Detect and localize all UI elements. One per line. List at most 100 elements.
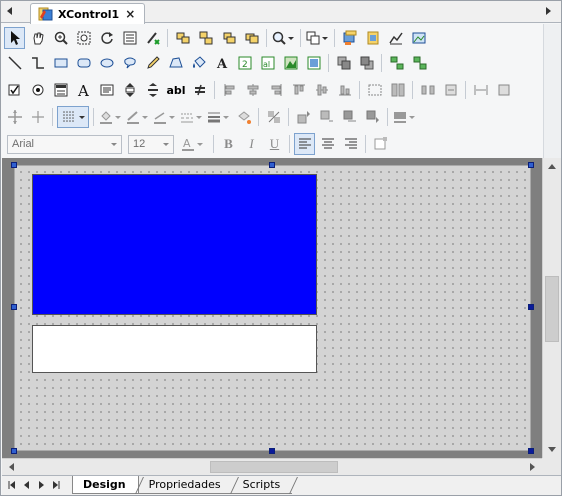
vertical-scrollbar[interactable] [542,158,561,458]
display-tool-button[interactable]: al [257,52,278,74]
order-1-button[interactable] [293,106,314,128]
resize-handle-bottom-right[interactable] [528,448,534,454]
align-middle-button[interactable] [311,79,332,101]
text-box-frame-button[interactable] [370,133,391,155]
resize-handle-top[interactable] [269,162,275,168]
align-top-button[interactable] [288,79,309,101]
properties-button[interactable] [339,27,360,49]
grid-dropdown-button[interactable] [57,106,89,128]
text-tool-button[interactable]: A [211,52,232,74]
search-dropdown-arrow-icon[interactable] [288,36,294,40]
bold-button[interactable]: B [218,133,239,155]
tab-design[interactable]: Design [72,476,144,494]
horizontal-scroll-thumb[interactable] [210,461,338,473]
copy-format-button[interactable] [305,27,321,49]
order-2-button[interactable] [316,106,337,128]
resize-handle-right[interactable] [528,304,534,310]
align-group-4-button[interactable] [241,27,262,49]
border-dropdown-icon[interactable] [409,115,415,119]
scroll-up-icon[interactable] [548,164,556,169]
tab-scroll-left-icon[interactable] [5,6,15,16]
database-button[interactable] [362,27,383,49]
move-step-button[interactable] [27,106,48,128]
abl-tool-button[interactable]: abl [165,79,187,101]
font-color-line-button[interactable] [152,106,168,128]
edit-script-button[interactable] [142,27,163,49]
blue-rectangle-control[interactable] [32,174,317,315]
align-group-2-button[interactable] [195,27,216,49]
spacing-h-button[interactable] [470,79,491,101]
picture-tool-button[interactable] [303,52,324,74]
polygon-tool-button[interactable] [165,52,186,74]
line-tool-button[interactable] [4,52,25,74]
listbox-tool-button[interactable] [50,79,71,101]
align-group-3-button[interactable] [218,27,239,49]
move-button[interactable] [4,106,25,128]
order-3-button[interactable] [339,106,360,128]
vertical-scroll-thumb[interactable] [545,276,559,342]
pencil-tool-button[interactable] [142,52,163,74]
spacing-v-button[interactable] [493,79,514,101]
ellipse-tool-button[interactable] [96,52,117,74]
bucket-tool-button[interactable] [188,52,209,74]
checkbox-tool-button[interactable] [4,79,25,101]
ungroup-button[interactable] [409,52,430,74]
font-size-combo[interactable]: 12 [128,134,174,154]
align-bottom-button[interactable] [334,79,355,101]
resize-handle-bottom[interactable] [269,448,275,454]
resize-handle-top-right[interactable] [528,162,534,168]
rectangle-tool-button[interactable] [50,52,71,74]
size-button[interactable] [364,79,385,101]
scroll-down-icon[interactable] [548,447,556,452]
scroll-right-icon[interactable] [530,463,535,471]
text-align-center-button[interactable] [317,133,338,155]
equal-tool-button[interactable] [189,79,210,101]
white-rectangle-control[interactable] [32,325,317,373]
tab-xcontrol1[interactable]: XControl1 × [30,3,145,24]
send-back-button[interactable] [356,52,377,74]
fill-color-dropdown-icon[interactable] [115,115,121,119]
border-button[interactable] [392,106,408,128]
refresh-button[interactable] [96,27,117,49]
bitmap-tool-button[interactable] [280,52,301,74]
bubble-tool-button[interactable] [119,52,140,74]
italic-button[interactable]: I [241,133,262,155]
distribute-v-button[interactable] [440,79,461,101]
connector-tool-button[interactable] [27,52,48,74]
search-button[interactable] [271,27,287,49]
horizontal-scrollbar[interactable] [2,458,542,475]
label-a-tool-button[interactable]: A [73,79,94,101]
text-align-right-button[interactable] [340,133,361,155]
shadow-button[interactable] [233,106,254,128]
transparency-button[interactable] [263,106,284,128]
group-button[interactable] [386,52,407,74]
underline-button[interactable]: U [264,133,285,155]
resize-handle-bottom-left[interactable] [11,448,17,454]
space-button[interactable] [387,79,408,101]
line-width-button[interactable] [206,106,222,128]
line-width-dropdown-icon[interactable] [223,115,229,119]
xcontrol-design-surface[interactable] [14,165,531,451]
image-edit-button[interactable] [408,27,429,49]
radio-tool-button[interactable] [27,79,48,101]
tab-scripts[interactable]: Scripts [232,476,299,494]
tab-propriedades[interactable]: Propriedades [138,476,239,494]
line-color-dropdown-icon[interactable] [142,115,148,119]
textbox-tool-button[interactable] [96,79,117,101]
previous-sheet-icon[interactable] [24,481,30,489]
distribute-h-button[interactable] [417,79,438,101]
font-name-combo[interactable]: Arial [7,134,122,154]
spinner-tool-button[interactable] [119,79,140,101]
next-sheet-icon[interactable] [38,481,44,489]
first-sheet-icon[interactable] [8,481,16,489]
scroll-left-icon[interactable] [9,463,14,471]
align-right-button[interactable] [265,79,286,101]
bring-front-button[interactable] [333,52,354,74]
resize-handle-top-left[interactable] [11,162,17,168]
number-tool-button[interactable]: 2 [234,52,255,74]
line-color-button[interactable] [125,106,141,128]
line-style-dropdown-icon[interactable] [196,115,202,119]
hand-tool-button[interactable] [27,27,48,49]
copy-format-dropdown-arrow-icon[interactable] [322,36,328,40]
align-center-button[interactable] [242,79,263,101]
